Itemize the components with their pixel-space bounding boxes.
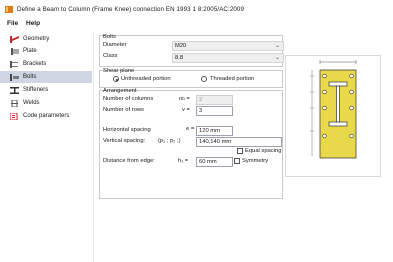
sidebar-item-code-parameters[interactable]: Code parameters [0, 110, 92, 122]
sidebar: Geometry Plate Brackets Bolts Stiffeners… [0, 33, 92, 262]
unthreaded-radio[interactable] [113, 76, 119, 82]
arrangement-heading: Arrangement [103, 88, 137, 94]
sidebar-item-bolts[interactable]: Bolts [0, 71, 92, 83]
sidebar-item-label: Code parameters [23, 113, 70, 119]
app-icon [5, 6, 13, 13]
edge-label: Distance from edge: [103, 158, 155, 164]
connection-preview [285, 55, 381, 177]
diameter-select[interactable]: M20 ⌄ [172, 41, 284, 51]
columns-symbol: nb = [179, 96, 190, 102]
edge-symbol: h₁ = [178, 158, 189, 164]
chevron-down-icon: ⌄ [274, 55, 280, 61]
diameter-label: Diameter [103, 42, 127, 48]
diameter-value: M20 [175, 43, 187, 49]
sidebar-item-label: Stiffeners [23, 87, 49, 93]
vspacing-label: Vertical spacing: [103, 138, 146, 144]
menu-file[interactable]: File [7, 20, 18, 27]
code-parameters-icon [9, 112, 19, 120]
geometry-icon [10, 35, 19, 43]
threaded-radio[interactable] [201, 76, 207, 82]
sidebar-item-label: Welds [23, 100, 40, 106]
rows-input[interactable]: 3 [196, 106, 233, 116]
shear-plane-heading: Shear plane [103, 68, 135, 74]
symmetry-checkbox[interactable] [234, 158, 240, 164]
hspacing-symbol: e = [186, 126, 195, 132]
rows-label: Number of rows [103, 107, 144, 113]
sidebar-divider [93, 33, 94, 262]
window-title: Define a Beam to Column (Frame Knee) con… [17, 6, 244, 13]
vspacing-input[interactable]: 140,140 mm [196, 137, 282, 147]
stiffeners-icon [10, 86, 19, 94]
threaded-label: Threaded portion [210, 76, 255, 82]
brackets-icon [10, 60, 19, 68]
chevron-down-icon: ⌄ [274, 43, 280, 49]
bolts-icon [10, 73, 19, 81]
columns-input[interactable]: 2 [196, 95, 233, 105]
sidebar-item-plate[interactable]: Plate [0, 45, 92, 57]
sidebar-item-label: Bolts [23, 74, 37, 80]
hspacing-input[interactable]: 120 mm [196, 126, 233, 136]
equal-spacing-label: Equal spacing [245, 148, 282, 154]
menu-help[interactable]: Help [26, 20, 40, 27]
welds-icon [10, 99, 19, 107]
sidebar-item-stiffeners[interactable]: Stiffeners [0, 84, 92, 96]
bolts-heading: Bolts [103, 34, 116, 40]
rows-symbol: v = [182, 107, 190, 113]
vspacing-symbol: (p₁ ; p₂ ;) [158, 138, 181, 144]
class-value: 8.8 [175, 55, 184, 61]
sidebar-item-brackets[interactable]: Brackets [0, 58, 92, 70]
class-select[interactable]: 8.8 ⌄ [172, 53, 284, 63]
plate-icon [10, 47, 19, 55]
sidebar-item-label: Brackets [23, 61, 47, 67]
columns-label: Number of columns [103, 96, 154, 102]
sidebar-item-welds[interactable]: Welds [0, 97, 92, 109]
edge-input[interactable]: 60 mm [196, 157, 233, 167]
sidebar-item-label: Plate [23, 48, 37, 54]
symmetry-label: Symmetry [242, 158, 269, 164]
hspacing-label: Horizontal spacing [103, 127, 151, 133]
class-label: Class [103, 53, 118, 59]
equal-spacing-checkbox[interactable] [237, 148, 243, 154]
sidebar-item-label: Geometry [23, 36, 50, 42]
menu-bar [0, 18, 393, 30]
unthreaded-label: Unthreaded portion [121, 76, 171, 82]
sidebar-item-geometry[interactable]: Geometry [0, 33, 92, 45]
